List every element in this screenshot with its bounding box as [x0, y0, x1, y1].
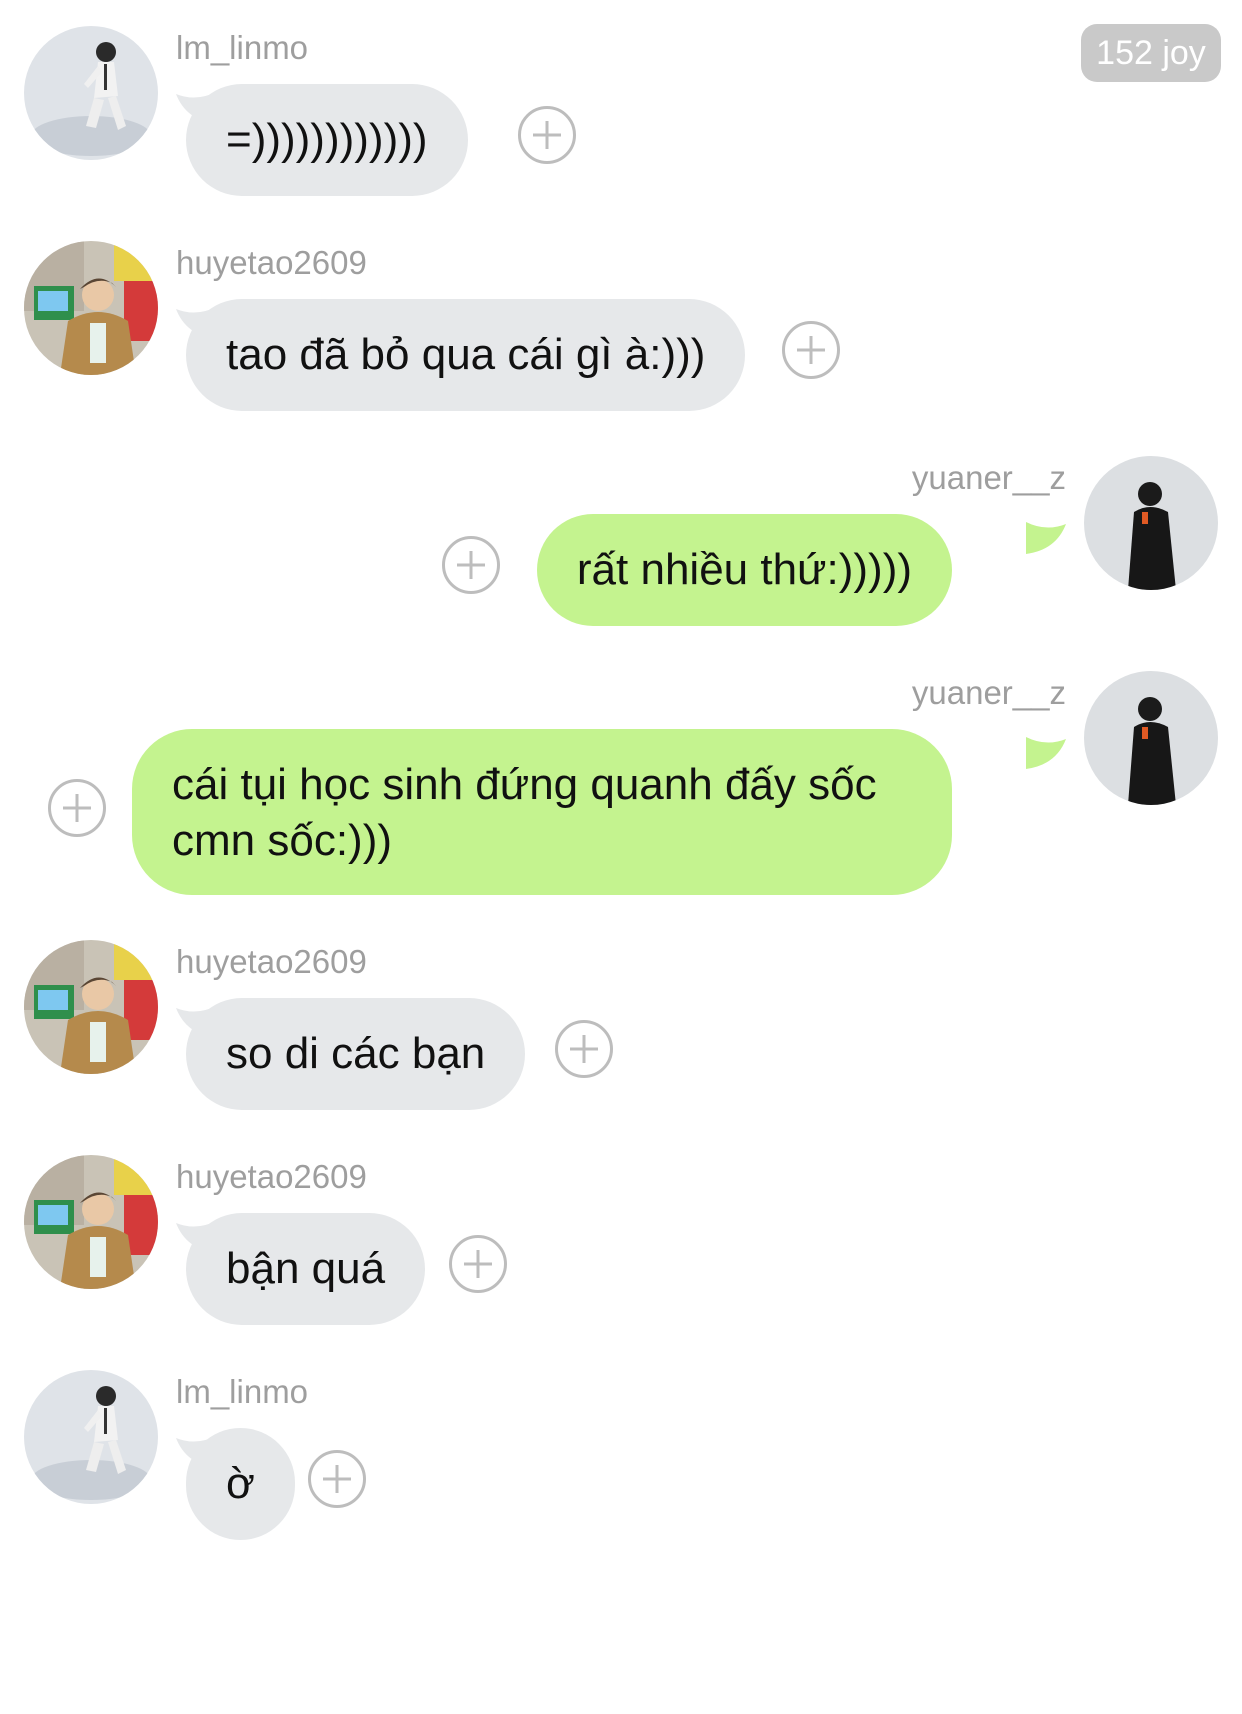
- avatar-yuaner-z[interactable]: [1084, 456, 1218, 590]
- plus-circle-icon[interactable]: [442, 536, 500, 594]
- avatar-yuaner-z[interactable]: [1084, 671, 1218, 805]
- plus-circle-icon[interactable]: [555, 1020, 613, 1078]
- message-bubble[interactable]: tao đã bỏ qua cái gì à:))): [186, 299, 746, 411]
- message-bubble[interactable]: ờ: [186, 1428, 295, 1540]
- avatar-lm-linmo[interactable]: [24, 1370, 158, 1504]
- avatar-huyetao2609[interactable]: [24, 241, 158, 375]
- message-bubble[interactable]: bận quá: [186, 1213, 426, 1325]
- bubble-tail: [1026, 737, 1066, 769]
- message-bubble[interactable]: so di các bạn: [186, 998, 526, 1110]
- plus-circle-icon[interactable]: [518, 106, 576, 164]
- username-label: yuaner__z: [911, 459, 1066, 496]
- plus-circle-icon[interactable]: [449, 1235, 507, 1293]
- message-bubble[interactable]: =)))))))))))): [186, 84, 468, 196]
- username-label: lm_linmo: [176, 1373, 309, 1410]
- avatar-huyetao2609[interactable]: [24, 1155, 158, 1289]
- username-label: huyetao2609: [176, 943, 367, 980]
- avatar-huyetao2609[interactable]: [24, 940, 158, 1074]
- plus-circle-icon[interactable]: [48, 779, 106, 837]
- username-label: huyetao2609: [176, 244, 367, 281]
- plus-circle-icon[interactable]: [308, 1450, 366, 1508]
- plus-circle-icon[interactable]: [782, 321, 840, 379]
- message-bubble[interactable]: cái tụi học sinh đứng quanh đấy sốc cmn …: [132, 729, 952, 895]
- avatar-lm-linmo[interactable]: [24, 26, 158, 160]
- chat-thread: 152 joy lm_linmo =)))))))))))) huyetao26…: [0, 0, 1242, 1714]
- username-label: yuaner__z: [911, 674, 1066, 711]
- joy-count-badge[interactable]: 152 joy: [1081, 24, 1221, 82]
- username-label: lm_linmo: [176, 29, 309, 66]
- bubble-tail: [1026, 522, 1066, 554]
- username-label: huyetao2609: [176, 1158, 367, 1195]
- message-bubble[interactable]: rất nhiều thứ:))))): [536, 514, 952, 626]
